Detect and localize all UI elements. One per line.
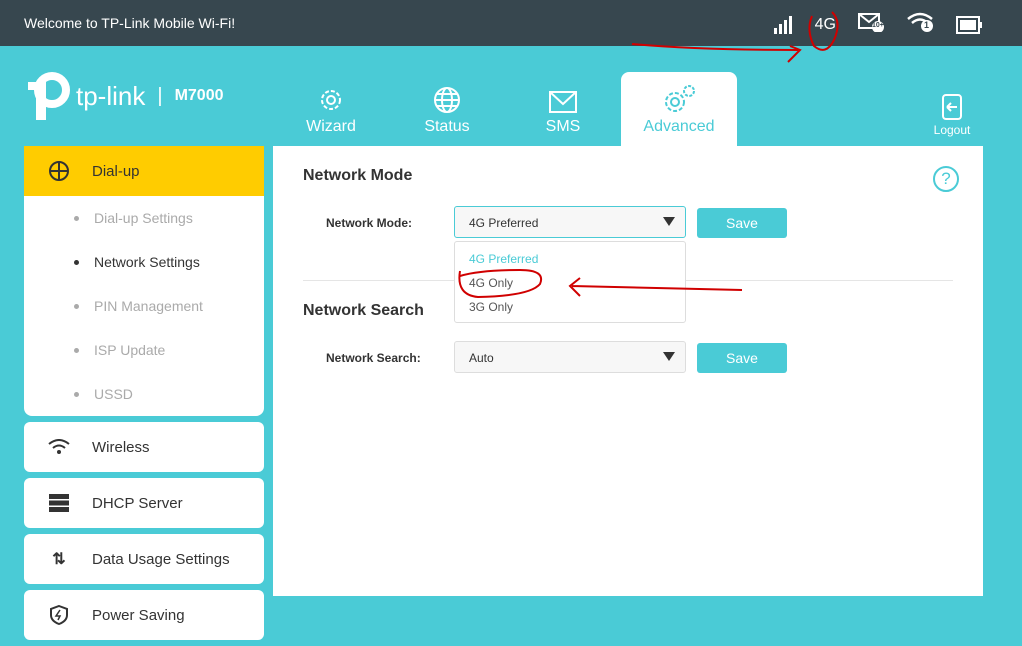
sms-icon[interactable]: 10+	[858, 12, 884, 37]
sidebar-item-label: Wireless	[92, 438, 150, 456]
logout-label: Logout	[933, 123, 971, 137]
network-type: 4G	[814, 15, 836, 33]
globe-icon	[46, 160, 72, 182]
sidebar-item-label: Dial-up	[92, 162, 140, 180]
network-mode-dropdown: 4G Preferred 4G Only 3G Only	[454, 241, 686, 323]
option-4g-only[interactable]: 4G Only	[455, 272, 685, 296]
selected-value: 4G Preferred	[469, 216, 539, 230]
network-mode-save-button[interactable]: Save	[697, 208, 787, 238]
network-search-select[interactable]: Auto	[454, 341, 686, 373]
up-down-arrows-icon: ⇅	[52, 551, 66, 568]
sidebar-sub-dialup-settings[interactable]: Dial-up Settings	[24, 196, 264, 240]
sidebar-item-label: DHCP Server	[92, 494, 183, 512]
signal-icon	[773, 15, 792, 34]
network-mode-select[interactable]: 4G Preferred	[454, 206, 686, 238]
option-4g-preferred[interactable]: 4G Preferred	[455, 248, 685, 272]
main-nav: Wizard Status SMS Advanced	[273, 72, 737, 146]
logo-separator: |	[157, 84, 163, 107]
sidebar-sub-pin-management[interactable]: PIN Management	[24, 284, 264, 328]
sidebar-sub-isp-update[interactable]: ISP Update	[24, 328, 264, 372]
content-panel: Network Mode ? Network Mode: 4G Preferre…	[273, 146, 983, 596]
gear-icon	[321, 90, 341, 110]
tab-sms[interactable]: SMS	[505, 72, 621, 146]
tab-label: Status	[424, 118, 470, 135]
sms-badge: 10+	[872, 22, 884, 29]
option-3g-only[interactable]: 3G Only	[455, 296, 685, 320]
sidebar-item-power-saving[interactable]: Power Saving	[24, 590, 264, 640]
top-bar: Welcome to TP-Link Mobile Wi-Fi! 4G 10+ …	[0, 0, 1022, 46]
tp-link-logo-icon	[28, 72, 70, 120]
sidebar-sub-label: Network Settings	[94, 254, 200, 270]
tab-label: Wizard	[306, 118, 356, 135]
gears-icon	[665, 85, 695, 112]
tab-label: Advanced	[643, 118, 715, 135]
sidebar-item-label: Data Usage Settings	[92, 550, 230, 568]
network-mode-title: Network Mode	[303, 167, 413, 184]
sidebar-item-wireless[interactable]: Wireless	[24, 422, 264, 472]
sidebar-sub-label: USSD	[94, 386, 133, 402]
help-icon[interactable]: ?	[933, 166, 959, 192]
network-search-title: Network Search	[303, 302, 424, 319]
tab-label: SMS	[545, 118, 581, 135]
selected-value: Auto	[469, 351, 494, 365]
sidebar-sub-label: PIN Management	[94, 298, 203, 314]
sidebar-sub-network-settings[interactable]: Network Settings	[24, 240, 264, 284]
sidebar-sub-label: ISP Update	[94, 342, 166, 358]
network-search-save-button[interactable]: Save	[697, 343, 787, 373]
tp-link-logo: tp-link | M7000	[24, 72, 223, 120]
server-icon	[46, 494, 72, 512]
globe-icon	[434, 87, 460, 113]
network-search-label: Network Search:	[326, 351, 421, 365]
sidebar-sub-label: Dial-up Settings	[94, 210, 193, 226]
envelope-icon	[549, 91, 577, 113]
tab-wizard[interactable]: Wizard	[273, 72, 389, 146]
sidebar-item-data-usage-settings[interactable]: ⇅ Data Usage Settings	[24, 534, 264, 584]
wifi-icon	[46, 439, 72, 455]
sidebar-item-label: Power Saving	[92, 606, 185, 624]
wifi-clients: 1	[924, 20, 930, 30]
annotation-arrow-4g	[631, 43, 802, 63]
brand-name: tp-link	[76, 80, 146, 111]
tab-advanced[interactable]: Advanced	[621, 72, 737, 146]
model-name: M7000	[174, 87, 224, 104]
sidebar: Dial-up Dial-up Settings Network Setting…	[24, 146, 264, 646]
dropdown-arrow-icon	[663, 352, 675, 361]
sidebar-item-dhcp-server[interactable]: DHCP Server	[24, 478, 264, 528]
shield-bolt-icon	[46, 605, 72, 625]
battery-icon	[956, 15, 982, 34]
welcome-text: Welcome to TP-Link Mobile Wi-Fi!	[24, 15, 236, 31]
sidebar-item-dialup[interactable]: Dial-up	[24, 146, 264, 196]
wifi-icon[interactable]: 1	[906, 12, 934, 37]
logout-button[interactable]: Logout	[932, 94, 972, 137]
dropdown-arrow-icon	[663, 217, 675, 226]
sidebar-sub-ussd[interactable]: USSD	[24, 372, 264, 416]
network-mode-label: Network Mode:	[326, 216, 413, 230]
tab-status[interactable]: Status	[389, 72, 505, 146]
logout-icon	[942, 94, 962, 120]
